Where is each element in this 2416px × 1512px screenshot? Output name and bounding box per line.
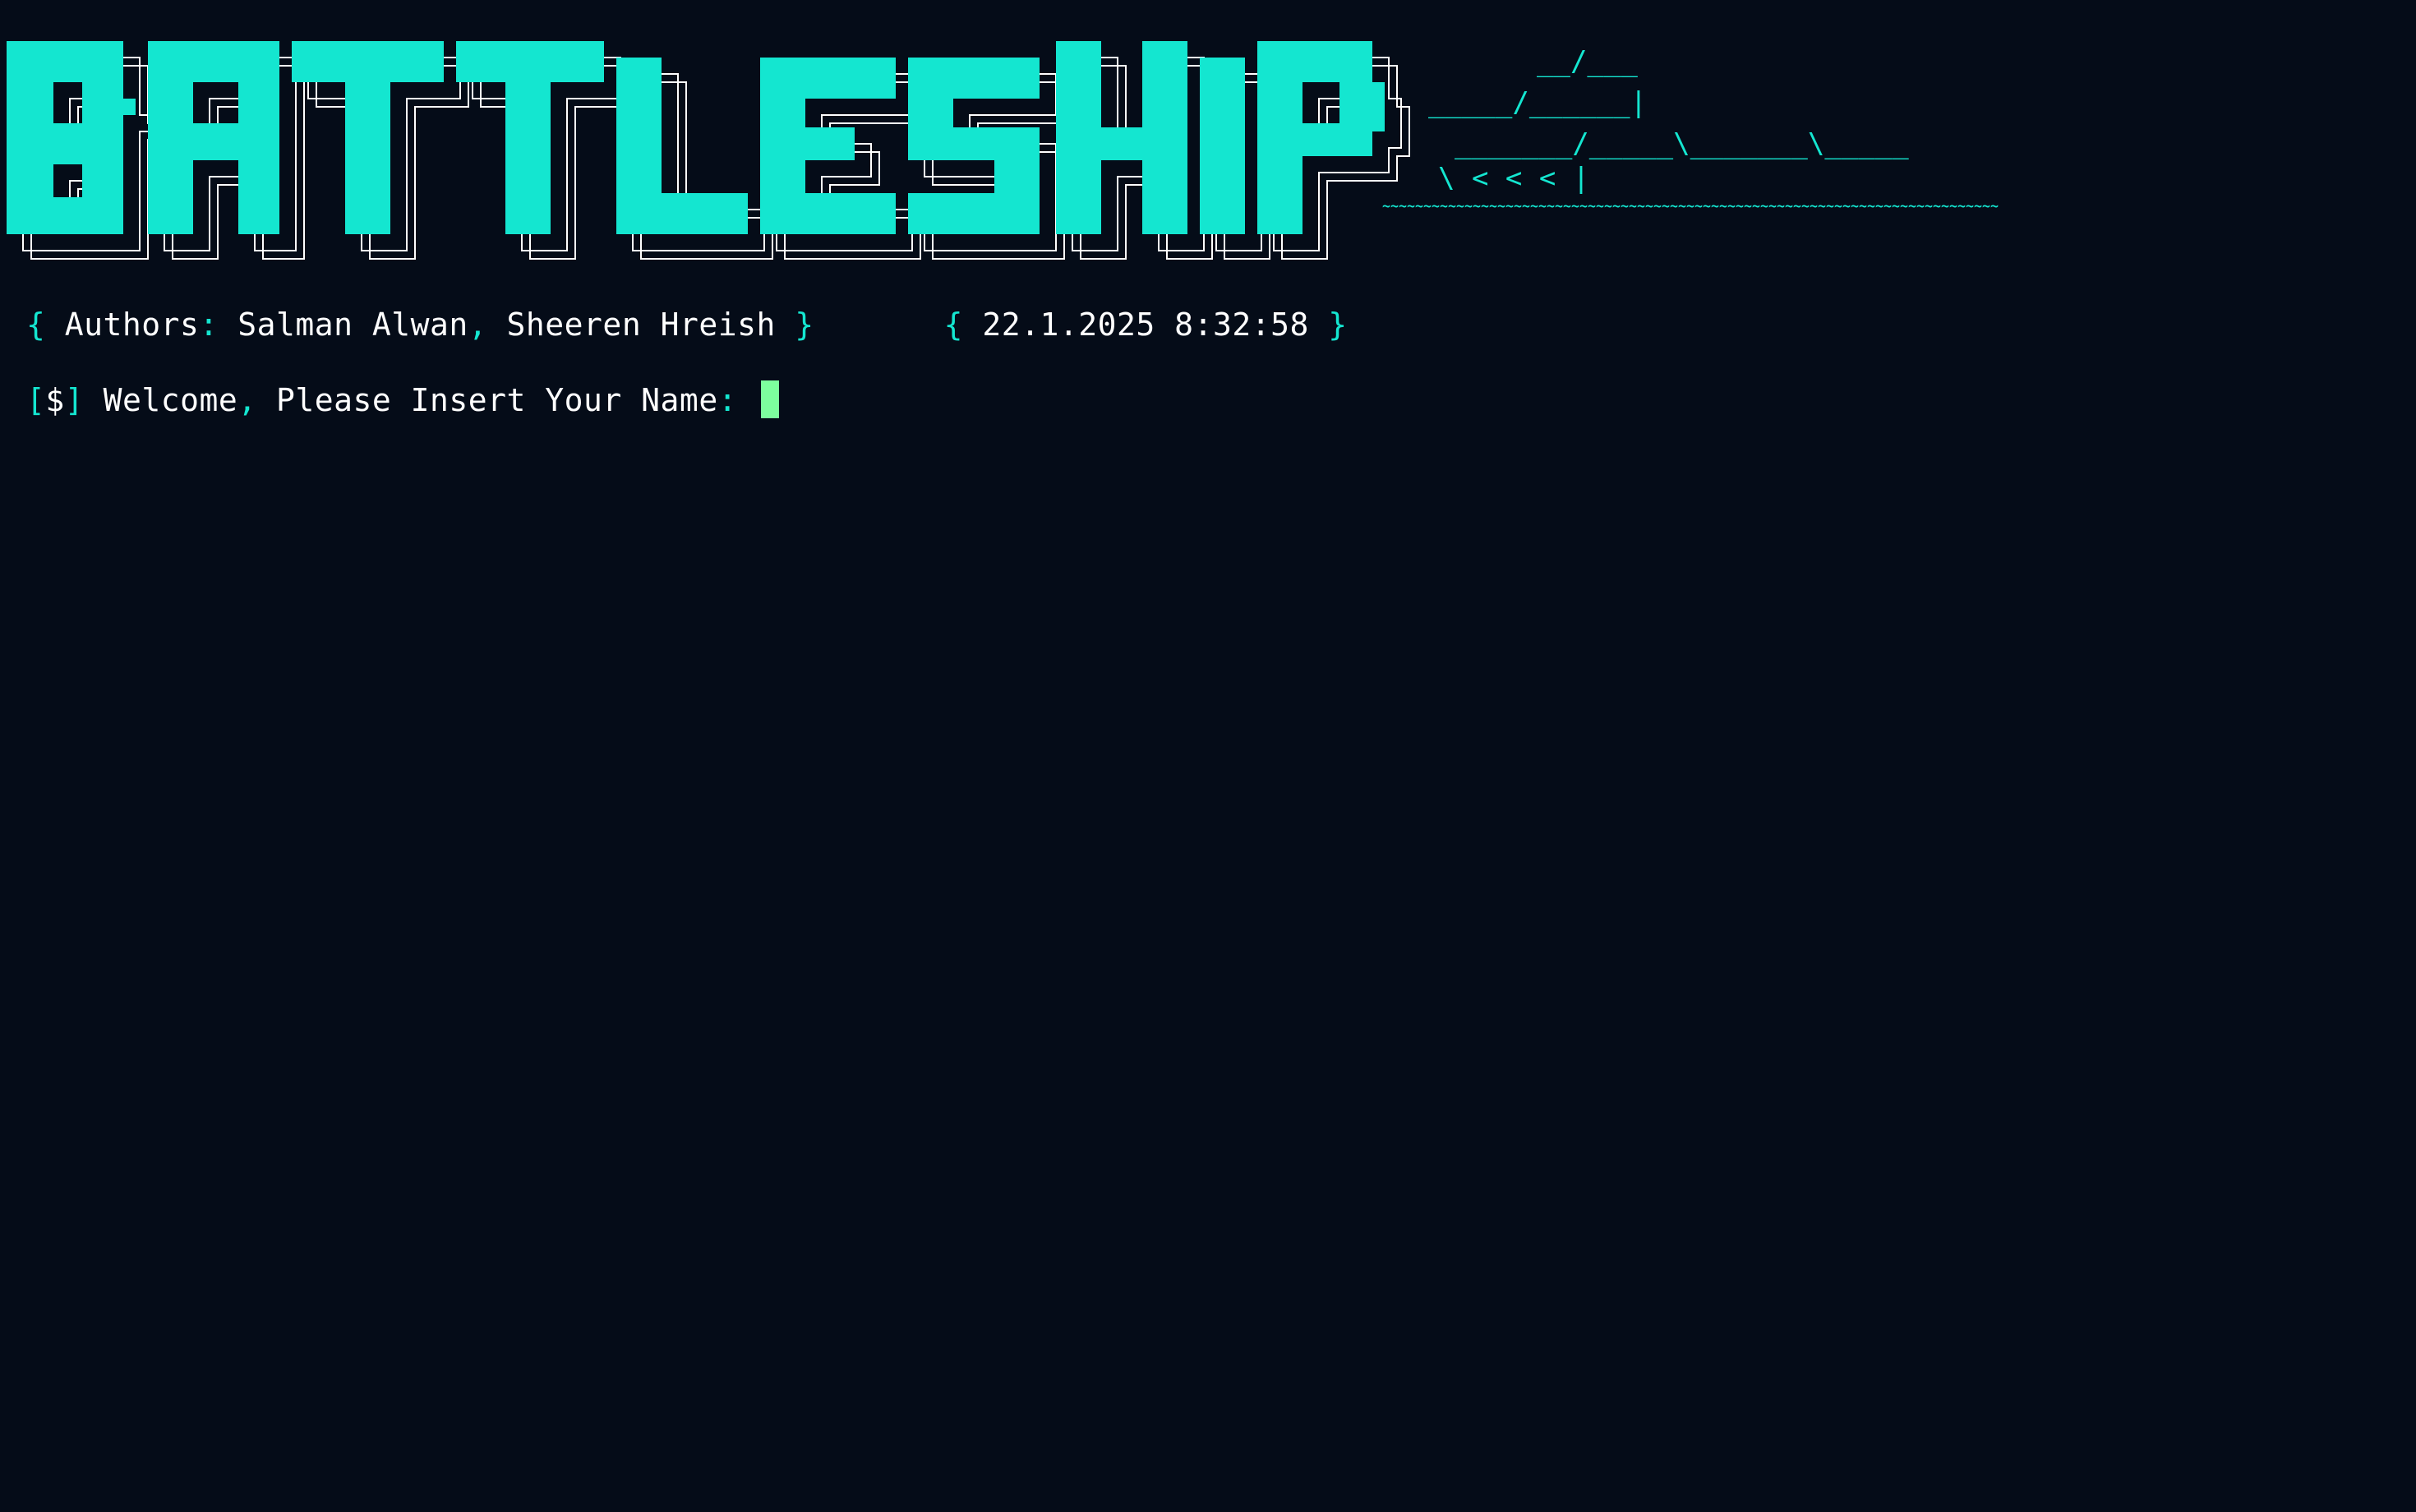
prompt-text: Please Insert Your Name xyxy=(276,382,718,418)
comma: , xyxy=(237,382,257,418)
authors-label: Authors xyxy=(64,307,200,343)
ship-line: __/___ xyxy=(1537,45,1638,78)
comma: , xyxy=(468,307,488,343)
brace-close: } xyxy=(795,307,814,343)
brace-close: } xyxy=(1328,307,1348,343)
colon: : xyxy=(717,382,738,418)
prompt-welcome: Welcome xyxy=(103,382,238,418)
waves-line: ~~~~~~~~~~~~~~~~~~~~~~~~~~~~~~~~~~~~~~~~… xyxy=(1382,196,1999,217)
ship-line: _______/_____\_______\_____ xyxy=(1455,127,1909,160)
author-name: Salman Alwan xyxy=(237,307,468,343)
prompt-bracket-close: ] xyxy=(64,382,85,418)
colon: : xyxy=(199,307,219,343)
ship-line: \ < < < | xyxy=(1438,162,1589,195)
terminal-window: __/___ _____/______| _______/_____\_____… xyxy=(0,0,2416,1512)
datetime-display: { 22.1.2025 8:32:58 } xyxy=(944,305,1348,344)
prompt-symbol: $ xyxy=(45,382,65,418)
battleship-title-logo xyxy=(7,41,1410,260)
brace-open: { xyxy=(943,307,964,343)
ship-line: _____/______| xyxy=(1428,86,1647,119)
name-prompt: [$] Welcome, Please Insert Your Name: xyxy=(26,380,780,420)
datetime-value: 22.1.2025 8:32:58 xyxy=(982,307,1309,343)
brace-open: { xyxy=(26,307,46,343)
prompt-bracket-open: [ xyxy=(26,382,46,418)
author-name: Sheeren Hreish xyxy=(506,307,776,343)
authors-line: { Authors: Salman Alwan, Sheeren Hreish … xyxy=(26,305,1348,344)
text-cursor[interactable] xyxy=(761,380,780,418)
ship-ascii-art: __/___ _____/______| _______/_____\_____… xyxy=(1382,45,1999,217)
